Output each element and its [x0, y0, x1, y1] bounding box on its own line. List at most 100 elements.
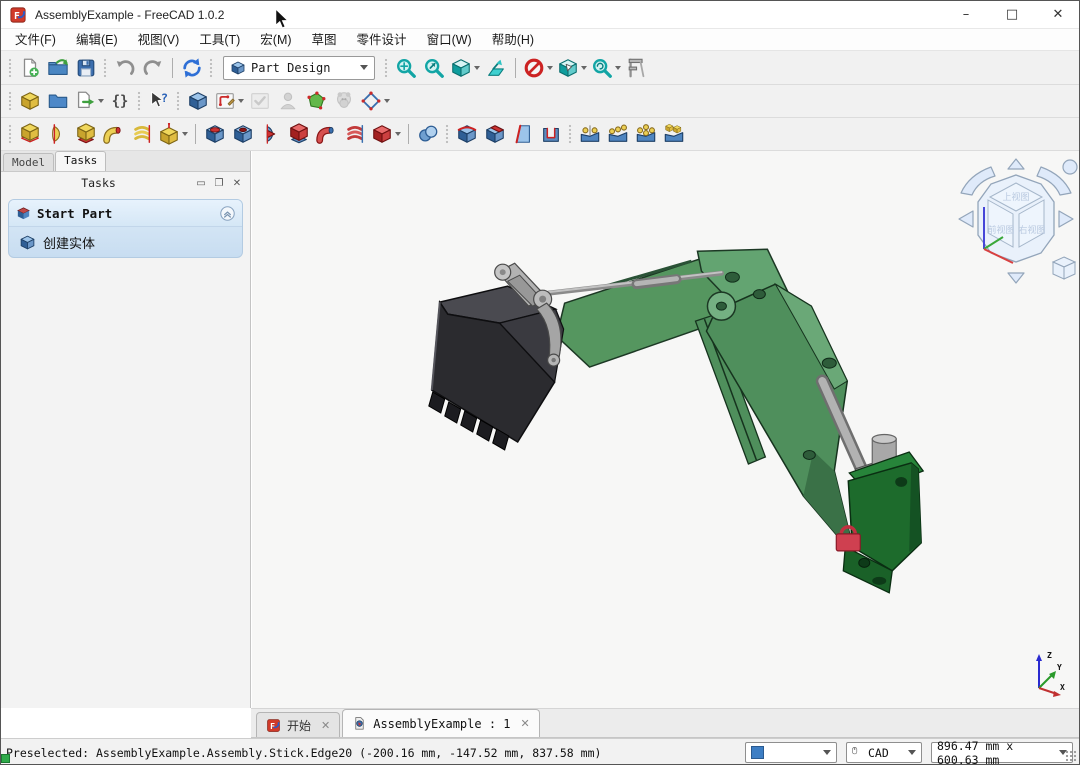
- redo-button[interactable]: [139, 54, 167, 81]
- sync-view-button[interactable]: [482, 54, 510, 81]
- toolbar-grip[interactable]: [8, 58, 13, 78]
- body-button[interactable]: [184, 88, 212, 115]
- navcube-front-label[interactable]: 前视图: [987, 224, 1014, 236]
- panel-float-icon[interactable]: ❐: [212, 176, 226, 190]
- navcube-arrow-up[interactable]: [1008, 159, 1024, 169]
- tab-close-icon[interactable]: ✕: [321, 719, 330, 732]
- navcube-arrow-down[interactable]: [1008, 273, 1024, 283]
- close-button[interactable]: ✕: [1035, 1, 1080, 29]
- chamfer-button[interactable]: [481, 121, 509, 148]
- menu-item[interactable]: 零件设计: [347, 29, 417, 51]
- zoom-tools-button[interactable]: [589, 54, 623, 81]
- toolbar-grip[interactable]: [137, 91, 142, 111]
- document-tab[interactable]: F 开始 ✕: [256, 712, 340, 737]
- document-tab[interactable]: AssemblyExample : 1 ✕: [342, 709, 540, 737]
- subtractive-primitive-button[interactable]: [369, 121, 403, 148]
- workbench-selector[interactable]: Part Design: [223, 56, 375, 80]
- menu-item[interactable]: 视图(V): [128, 29, 190, 51]
- additive-pipe-button[interactable]: [100, 121, 128, 148]
- navcube-mini-cube[interactable]: [1053, 257, 1075, 279]
- status-corner-chip: [1, 754, 10, 763]
- isometric-view-button[interactable]: [448, 54, 482, 81]
- task-item-create-body[interactable]: 创建实体: [9, 227, 242, 257]
- zoom-selection-button[interactable]: [420, 54, 448, 81]
- subtractive-loft-button[interactable]: [285, 121, 313, 148]
- boolean-button[interactable]: [414, 121, 442, 148]
- toolbar-grip[interactable]: [568, 124, 573, 144]
- map-sketch-button[interactable]: [302, 88, 330, 115]
- linear-pattern-button[interactable]: [604, 121, 632, 148]
- fillet-button[interactable]: [453, 121, 481, 148]
- start-part-header[interactable]: Start Part: [9, 200, 242, 227]
- save-document-button[interactable]: [72, 54, 100, 81]
- pad-button[interactable]: [16, 121, 44, 148]
- toolbar-grip[interactable]: [103, 58, 108, 78]
- polar-pattern-button[interactable]: [632, 121, 660, 148]
- navcube-arrow-right[interactable]: [1059, 211, 1073, 227]
- hole-button[interactable]: [229, 121, 257, 148]
- expression-button[interactable]: {}: [106, 88, 134, 115]
- menu-item[interactable]: 工具(T): [189, 29, 250, 51]
- clipping-plane-button[interactable]: [521, 54, 555, 81]
- toolbar-grip[interactable]: [384, 58, 389, 78]
- panel-tab-tasks[interactable]: Tasks: [55, 151, 106, 171]
- part-button[interactable]: [16, 88, 44, 115]
- panel-close-icon[interactable]: ✕: [230, 176, 244, 190]
- group-button[interactable]: [44, 88, 72, 115]
- toolbar-grip[interactable]: [445, 124, 450, 144]
- navigation-style-combo[interactable]: CAD: [846, 742, 922, 763]
- menu-item[interactable]: 编辑(E): [66, 29, 128, 51]
- subtractive-pipe-button[interactable]: [313, 121, 341, 148]
- navcube-home[interactable]: [1063, 160, 1077, 174]
- open-document-icon: [47, 57, 69, 79]
- pocket-button[interactable]: [201, 121, 229, 148]
- multitransform-button[interactable]: [660, 121, 688, 148]
- additive-loft-button[interactable]: [72, 121, 100, 148]
- export-button[interactable]: [72, 88, 106, 115]
- menu-item[interactable]: 宏(M): [250, 29, 301, 51]
- navigation-cube[interactable]: 上视图 前视图 右视图: [951, 157, 1080, 297]
- navcube-right-label[interactable]: 右视图: [1018, 224, 1045, 236]
- fit-all-button[interactable]: [392, 54, 420, 81]
- measure-button[interactable]: [623, 54, 651, 81]
- color-style-combo[interactable]: [745, 742, 837, 763]
- menu-item[interactable]: 文件(F): [5, 29, 66, 51]
- primitive-add-button[interactable]: [156, 121, 190, 148]
- tab-close-icon[interactable]: ✕: [521, 717, 530, 730]
- collapse-chevron-icon[interactable]: [219, 205, 236, 222]
- toolbar-grip[interactable]: [209, 58, 214, 78]
- panel-minimize-icon[interactable]: ▭: [194, 176, 208, 190]
- 3d-viewport[interactable]: 上视图 前视图 右视图: [252, 151, 1080, 708]
- subtractive-helix-button[interactable]: [341, 121, 369, 148]
- refresh-button[interactable]: [178, 54, 206, 81]
- undo-button[interactable]: [111, 54, 139, 81]
- toolbar-grip[interactable]: [8, 91, 13, 111]
- groove-icon: [260, 123, 282, 145]
- navcube-arrow-left[interactable]: [959, 211, 973, 227]
- navigation-cube-button[interactable]: [555, 54, 589, 81]
- draft-button[interactable]: [509, 121, 537, 148]
- menu-item[interactable]: 草图: [302, 29, 347, 51]
- revolution-button[interactable]: [44, 121, 72, 148]
- toolbar-grip[interactable]: [8, 124, 13, 144]
- toolbar-grip[interactable]: [176, 91, 181, 111]
- additive-helix-button[interactable]: [128, 121, 156, 148]
- menu-item[interactable]: 帮助(H): [482, 29, 544, 51]
- new-document-button[interactable]: [16, 54, 44, 81]
- panel-tab-model[interactable]: Model: [3, 153, 54, 171]
- isometric-view-icon: [450, 57, 472, 79]
- groove-button[interactable]: [257, 121, 285, 148]
- datum-button[interactable]: [358, 88, 392, 115]
- menu-item[interactable]: 窗口(W): [417, 29, 482, 51]
- navcube-top-label[interactable]: 上视图: [1002, 191, 1029, 203]
- minimize-button[interactable]: –: [943, 1, 989, 29]
- maximize-button[interactable]: □: [989, 1, 1035, 29]
- sketch-button[interactable]: [212, 88, 246, 115]
- open-document-button[interactable]: [44, 54, 72, 81]
- view-dimensions-combo[interactable]: 896.47 mm x 600.63 mm: [931, 742, 1073, 763]
- group-icon: [47, 90, 69, 112]
- thickness-button[interactable]: [537, 121, 565, 148]
- resize-grip[interactable]: [1065, 750, 1077, 762]
- mirrored-button[interactable]: [576, 121, 604, 148]
- whats-this-button[interactable]: ?: [145, 88, 173, 115]
